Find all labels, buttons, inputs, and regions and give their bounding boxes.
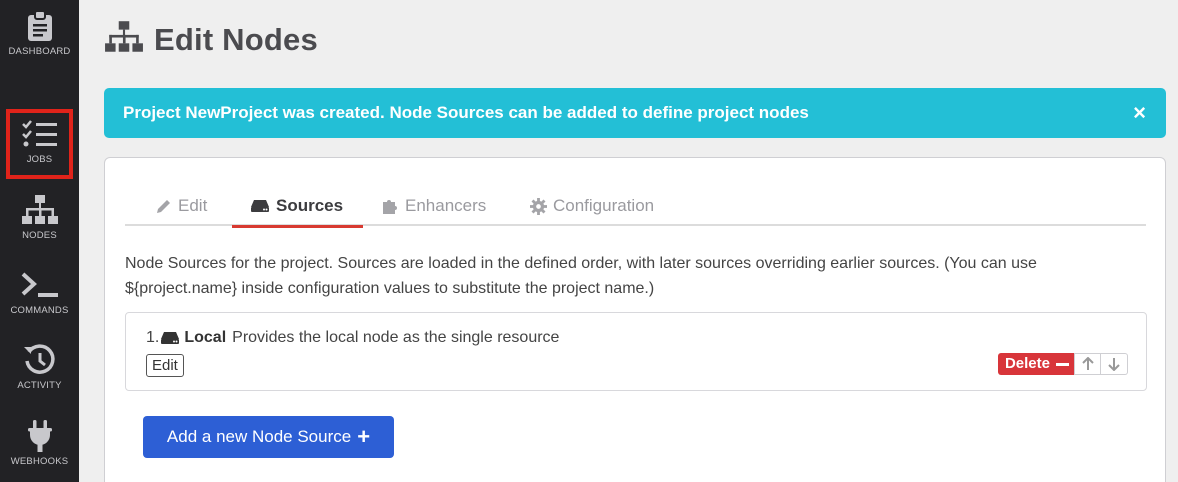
arrow-up-icon	[1081, 357, 1094, 370]
history-icon	[23, 342, 57, 378]
list-item: 1. Local Provides the local node as the …	[125, 312, 1147, 391]
sidebar-item-label: NODES	[22, 230, 57, 241]
sidebar-item-activity[interactable]: ACTIVITY	[0, 334, 79, 406]
source-description: Provides the local node as the single re…	[232, 329, 560, 346]
move-down-button[interactable]	[1101, 353, 1128, 375]
plug-icon	[26, 418, 54, 454]
hdd-icon	[251, 200, 269, 212]
terminal-icon	[20, 267, 60, 303]
plus-icon: +	[357, 424, 371, 449]
sitemap-icon	[104, 20, 144, 59]
tab-label: Sources	[276, 196, 344, 215]
checklist-icon	[21, 116, 59, 152]
alert-message: Project NewProject was created. Node Sou…	[123, 103, 809, 122]
pencil-icon	[157, 200, 170, 213]
close-icon[interactable]: ×	[1133, 102, 1146, 124]
info-alert: Project NewProject was created. Node Sou…	[104, 88, 1166, 138]
tab-bar: Edit Sources Enhancers Configuration	[125, 186, 1146, 228]
page-header: Edit Nodes	[104, 20, 318, 59]
sidebar-item-label: WEBHOOKS	[10, 456, 69, 467]
edit-source-button[interactable]: Edit	[146, 354, 184, 377]
sidebar-item-label: ACTIVITY	[17, 380, 62, 391]
source-actions: Delete	[997, 353, 1128, 375]
delete-source-button[interactable]: Delete	[997, 353, 1074, 375]
arrow-down-icon	[1108, 358, 1120, 371]
tab-label: Enhancers	[405, 196, 487, 215]
hdd-icon	[161, 332, 180, 344]
tab-label: Configuration	[553, 196, 655, 215]
tab-label: Edit	[178, 196, 208, 215]
puzzle-icon	[383, 200, 397, 214]
sidebar-item-commands[interactable]: COMMANDS	[0, 259, 79, 331]
sidebar-item-label: DASHBOARD	[8, 46, 71, 57]
sidebar: DASHBOARD JOBS NODES COMMANDS ACTIVITY W…	[0, 0, 79, 482]
sitemap-icon	[21, 192, 59, 228]
add-label: Add a new Node Source	[166, 427, 352, 446]
gear-icon	[530, 197, 547, 215]
source-name: Local	[184, 329, 227, 346]
delete-label: Delete	[1004, 355, 1050, 372]
move-up-button[interactable]	[1074, 353, 1101, 375]
add-node-source-button[interactable]: Add a new Node Source +	[143, 416, 394, 458]
source-number: 1.	[146, 329, 160, 346]
sidebar-item-nodes[interactable]: NODES	[0, 184, 79, 256]
minus-icon	[1056, 362, 1069, 366]
page-title: Edit Nodes	[154, 21, 318, 57]
tab-sources[interactable]: Sources	[231, 186, 364, 228]
tab-configuration[interactable]: Configuration	[530, 186, 654, 226]
tab-edit[interactable]: Edit	[156, 186, 207, 226]
clipboard-icon	[27, 8, 53, 44]
sources-description: Node Sources for the project. Sources ar…	[125, 255, 1037, 297]
sidebar-item-label: JOBS	[26, 154, 53, 165]
sidebar-item-jobs[interactable]: JOBS	[6, 109, 73, 179]
sidebar-item-label: COMMANDS	[10, 305, 69, 316]
sidebar-item-dashboard[interactable]: DASHBOARD	[0, 0, 79, 72]
sources-card: Edit Sources Enhancers Configuration Nod…	[104, 157, 1166, 482]
tab-enhancers[interactable]: Enhancers	[381, 186, 486, 226]
sidebar-item-webhooks[interactable]: WEBHOOKS	[0, 410, 79, 482]
